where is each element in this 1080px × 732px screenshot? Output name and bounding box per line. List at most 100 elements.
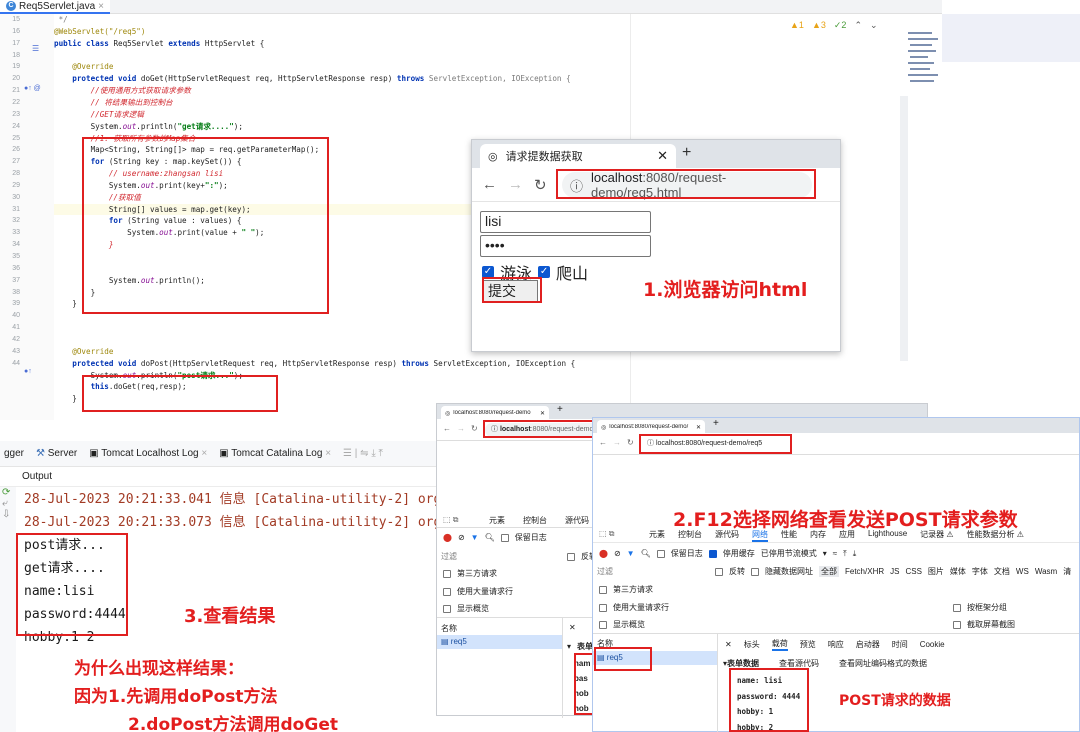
menu-icon[interactable]: ☰ | ⇋ ⤓ ⤒: [343, 448, 383, 459]
clear-icon[interactable]: ⊘: [614, 549, 621, 558]
inspect-icon[interactable]: ⬚ ⧉: [599, 529, 615, 539]
wrap-icon[interactable]: ⤶: [0, 498, 16, 509]
editor-scrollbar[interactable]: [900, 96, 908, 361]
line-number: 39: [12, 300, 20, 308]
devtools-tab-application[interactable]: 应用: [839, 529, 855, 542]
invert-checkbox[interactable]: [567, 552, 575, 561]
chevron-down-icon[interactable]: ▾: [823, 549, 827, 558]
detail-tab-cookie[interactable]: Cookie: [920, 640, 945, 649]
filter-type-js[interactable]: JS: [890, 567, 899, 576]
annotation-why-line2: 2.doPost方法调用doGet: [128, 715, 338, 732]
download-icon[interactable]: ⤓: [853, 549, 857, 559]
back-icon[interactable]: ←: [443, 424, 451, 433]
devtools-tab-sources[interactable]: 源代码: [565, 515, 589, 526]
detail-tab-payload[interactable]: 载荷: [771, 638, 788, 651]
clear-icon[interactable]: ⊘: [458, 533, 465, 542]
close-tab-icon[interactable]: ✕: [540, 410, 545, 417]
filter-type-clear[interactable]: 清: [1063, 566, 1071, 577]
hide-data-urls-checkbox[interactable]: [751, 567, 759, 576]
override-gutter-icon[interactable]: ●↑: [24, 368, 32, 375]
annotation-step1: 1.浏览器访问html: [643, 279, 808, 301]
filter-input[interactable]: 过滤: [441, 551, 561, 562]
devtools-tab-sources[interactable]: 源代码: [715, 529, 739, 542]
servlet-gutter-icon[interactable]: ☰: [32, 44, 39, 53]
upload-icon[interactable]: ⤒: [843, 549, 847, 559]
forward-icon[interactable]: →: [508, 176, 523, 193]
request-row-req5[interactable]: ▤ req5: [437, 635, 562, 649]
filter-type-media[interactable]: 媒体: [950, 566, 966, 577]
forward-icon[interactable]: →: [457, 424, 465, 433]
username-input[interactable]: lisi: [480, 211, 651, 233]
record-icon[interactable]: ⬤: [599, 549, 608, 558]
devtools-tab-network[interactable]: 网络: [752, 529, 768, 542]
tab-server[interactable]: ⚒ Server: [36, 448, 77, 459]
scroll-end-icon[interactable]: ⇩: [0, 509, 16, 520]
filter-type-wasm[interactable]: Wasm: [1035, 567, 1057, 576]
view-url-encoded-link[interactable]: 查看网址编码格式的数据: [839, 658, 927, 669]
tab-localhost-log[interactable]: ▣ Tomcat Localhost Log ×: [89, 448, 207, 459]
devtools-tab-bar: ⬚ ⧉ 元素 控制台 源代码 网络 性能 内存 应用 Lighthouse 记录…: [593, 526, 1079, 543]
detail-tab-preview[interactable]: 预览: [800, 639, 816, 650]
devtools-tab-recorder[interactable]: 记录器 ⚠: [920, 529, 953, 542]
filter-type-doc[interactable]: 文档: [994, 566, 1010, 577]
close-panel-icon[interactable]: ✕: [725, 640, 732, 649]
devtools-tab-memory[interactable]: 内存: [810, 529, 826, 542]
chevron-down-icon[interactable]: ⌄: [870, 20, 878, 31]
filter-type-ws[interactable]: WS: [1016, 567, 1029, 576]
devtools-tab-elements[interactable]: 元素: [649, 529, 665, 542]
inspection-widget[interactable]: ▲1 ▲3 ✓2 ⌃ ⌄: [790, 18, 878, 32]
override-gutter-icon[interactable]: ●↑ @: [24, 85, 41, 92]
invert-checkbox[interactable]: [715, 567, 723, 576]
close-tab-icon[interactable]: ✕: [696, 424, 701, 431]
inspect-icon[interactable]: ⬚ ⧉: [443, 515, 459, 525]
devtools-tab-console[interactable]: 控制台: [523, 515, 547, 526]
record-icon[interactable]: ⬤: [443, 533, 452, 542]
detail-tab-timing[interactable]: 时间: [892, 639, 908, 650]
tab-catalina-log[interactable]: ▣ Tomcat Catalina Log ×: [219, 448, 331, 459]
reload-icon[interactable]: ↻: [627, 438, 634, 447]
forward-icon[interactable]: →: [613, 438, 621, 447]
filter-type-fetch[interactable]: Fetch/XHR: [845, 567, 884, 576]
devtools-tab-performance[interactable]: 性能: [781, 529, 797, 542]
chevron-up-icon[interactable]: ⌃: [854, 20, 862, 31]
search-icon[interactable]: 🔍︎: [641, 549, 651, 558]
new-tab-icon[interactable]: +: [682, 144, 691, 162]
password-input[interactable]: ••••: [480, 235, 651, 257]
filter-icon[interactable]: ▼: [471, 533, 479, 542]
filter-input[interactable]: 过滤: [597, 566, 709, 577]
filter-type-font[interactable]: 字体: [972, 566, 988, 577]
devtools-tab-perf-insights[interactable]: 性能数据分析 ⚠: [967, 529, 1024, 542]
throttle-select[interactable]: 已停用节流模式: [761, 548, 817, 559]
filter-all-button[interactable]: 全部: [819, 566, 839, 577]
preserve-log-checkbox[interactable]: [500, 533, 509, 542]
line-number: 41: [12, 324, 20, 332]
file-tab-req5servlet[interactable]: C Req5Servlet.java ×: [0, 0, 110, 14]
devtools-tab-lighthouse[interactable]: Lighthouse: [868, 529, 907, 542]
devtools-tab-console[interactable]: 控制台: [678, 529, 702, 542]
network-conditions-icon[interactable]: ≈: [833, 549, 837, 558]
detail-tab-initiator[interactable]: 启动器: [856, 639, 880, 650]
reload-icon[interactable]: ↻: [471, 424, 478, 433]
browser-tab[interactable]: ◎ 请求提数据获取 ✕: [480, 144, 676, 168]
new-tab-icon[interactable]: +: [713, 418, 719, 429]
disable-cache-checkbox[interactable]: [708, 549, 717, 558]
reload-icon[interactable]: ↻: [534, 176, 547, 194]
close-tab-icon[interactable]: ✕: [657, 148, 668, 164]
back-icon[interactable]: ←: [599, 438, 607, 447]
detail-tab-headers[interactable]: 标头: [744, 639, 760, 650]
browser-tab[interactable]: ◎ localhost:8080/request-demo ✕: [441, 406, 549, 420]
filter-type-img[interactable]: 图片: [928, 566, 944, 577]
new-tab-icon[interactable]: +: [557, 404, 563, 415]
filter-icon[interactable]: ▼: [627, 549, 635, 558]
back-icon[interactable]: ←: [482, 176, 497, 193]
tab-logger[interactable]: gger: [4, 448, 24, 459]
browser-tab[interactable]: ◎ localhost:8080/request-demo/ ✕: [597, 420, 705, 434]
preserve-log-checkbox[interactable]: [656, 549, 665, 558]
devtools-tab-elements[interactable]: 元素: [489, 515, 505, 526]
close-icon[interactable]: ×: [98, 1, 104, 12]
filter-type-css[interactable]: CSS: [905, 567, 921, 576]
search-icon[interactable]: 🔍︎: [485, 533, 495, 542]
close-panel-icon[interactable]: ✕: [569, 623, 576, 632]
detail-tab-response[interactable]: 响应: [828, 639, 844, 650]
redeploy-icon[interactable]: ⟳: [0, 487, 16, 498]
